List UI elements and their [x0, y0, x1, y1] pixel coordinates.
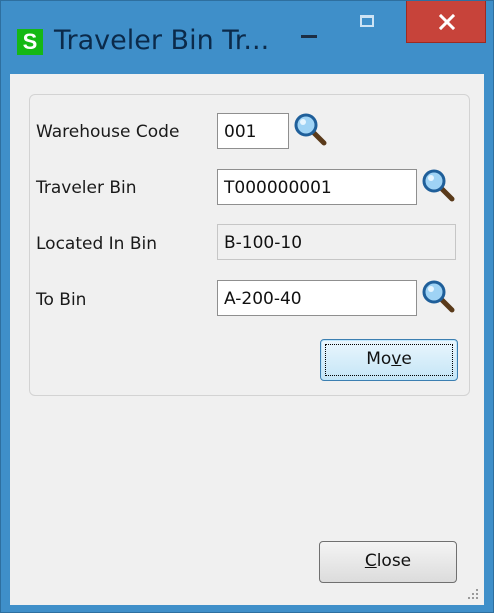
close-button[interactable]: Close [319, 541, 457, 583]
to-bin-lookup-magnifier-icon[interactable] [420, 278, 456, 314]
warehouse-code-lookup-magnifier-icon[interactable] [292, 111, 328, 147]
minimize-icon[interactable] [301, 35, 317, 38]
to-bin-label: To Bin [36, 290, 87, 310]
warehouse-code-label: Warehouse Code [36, 122, 180, 142]
move-label-pre: Mo [366, 349, 392, 369]
move-button[interactable]: Move [320, 339, 458, 381]
move-button-label: Move [366, 349, 412, 369]
close-label-accelerator: C [364, 551, 377, 571]
move-label-post: e [401, 349, 412, 369]
close-icon [439, 14, 455, 30]
close-button-label: Close [365, 551, 411, 571]
traveler-bin-label: Traveler Bin [36, 178, 137, 198]
traveler-bin-transfer-window: S Traveler Bin Tr... Warehouse Code 001 … [0, 0, 494, 613]
close-window-button[interactable] [406, 1, 486, 43]
traveler-bin-field[interactable]: T000000001 [217, 169, 417, 205]
bin-transfer-group: Warehouse Code 001 Traveler Bin T0000000… [29, 94, 470, 396]
resize-grip-icon[interactable] [464, 585, 480, 601]
app-icon[interactable]: S [17, 29, 43, 55]
traveler-bin-lookup-magnifier-icon[interactable] [420, 167, 456, 203]
located-in-bin-label: Located In Bin [36, 234, 158, 254]
maximize-icon[interactable] [360, 15, 374, 27]
move-label-accelerator: v [391, 349, 402, 369]
warehouse-code-field[interactable]: 001 [217, 113, 289, 149]
title-bar[interactable]: S Traveler Bin Tr... [1, 1, 494, 81]
to-bin-field[interactable]: A-200-40 [217, 280, 417, 316]
client-area: Warehouse Code 001 Traveler Bin T0000000… [10, 74, 484, 605]
window-title: Traveler Bin Tr... [54, 25, 270, 56]
located-in-bin-field: B-100-10 [217, 224, 456, 260]
close-label-post: lose [376, 551, 412, 571]
